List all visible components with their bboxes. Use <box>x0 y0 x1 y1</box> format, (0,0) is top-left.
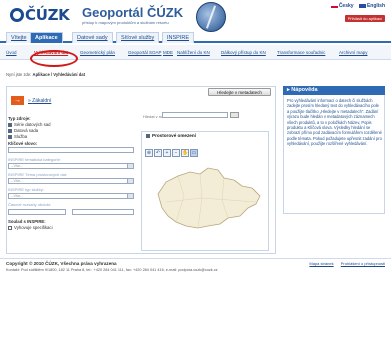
portal-title: Geoportál ČÚZK <box>82 5 184 20</box>
time-range-label: Časové rozsahy období: <box>8 202 52 207</box>
arrow-right-icon[interactable]: → <box>11 96 24 105</box>
sitemap-link[interactable]: Mapa stránek <box>309 261 333 266</box>
subnav-item-mde[interactable]: MDE <box>163 45 173 60</box>
tab-vitejte[interactable]: Vítejte <box>6 32 32 43</box>
subnav-item-geoportal-soap[interactable]: Geoportál SOAP <box>128 45 162 60</box>
globe-icon <box>196 2 226 32</box>
language-switch: Česky English <box>327 3 385 9</box>
accessibility-link[interactable]: Prohlášení o přístupnosti <box>341 261 385 266</box>
date-from-input[interactable] <box>8 209 66 215</box>
map-toolbar: ⊕ ↶ + − ✋ ▭ <box>145 141 199 157</box>
top-tabs: Vítejte Aplikace Datové sady Síťové služ… <box>0 32 391 43</box>
highlight-circle <box>30 50 78 67</box>
contact-info: Kontakt: Pod sídlištěm 9/1800, 182 11 Pr… <box>6 268 218 272</box>
tab-aplikace[interactable]: Aplikace <box>30 32 63 43</box>
czech-republic-shape <box>157 167 261 229</box>
tab-datove-sady[interactable]: Datové sady <box>72 32 113 43</box>
checkbox-icon <box>8 123 12 127</box>
checkbox-conformity[interactable]: Vyhovuje specifikaci <box>8 225 53 230</box>
inspire-theme-select[interactable]: --Vše-- <box>8 178 134 184</box>
subnav-item-dalkovy-pristup[interactable]: Dálkový přístup do KN <box>221 45 266 60</box>
logo-text: ČÚZK <box>25 6 70 24</box>
logo-mark-icon <box>10 8 24 22</box>
help-text: Pro vyhledávání informací o datech či sl… <box>287 98 382 147</box>
czech-map[interactable] <box>144 152 268 248</box>
help-title: Nápověda <box>291 87 318 93</box>
inspire-service-type-select[interactable]: --Vše-- <box>8 193 134 199</box>
keyword-label: Klíčové slovo: <box>8 141 38 146</box>
breadcrumb: Nyní jste zde: Aplikace / Vyhledávání da… <box>6 72 85 77</box>
spatial-filter-title: Prostorové omezení <box>152 133 196 138</box>
czech-flag-icon <box>330 3 338 8</box>
subnav-item-uvod[interactable]: Úvod <box>6 45 17 60</box>
footer-links: Mapa stránek Prohlášení o přístupnosti <box>303 261 385 266</box>
checkbox-conformity-label: Vyhovuje specifikaci <box>14 225 53 230</box>
keyword-input[interactable] <box>8 147 134 153</box>
checkbox-icon <box>8 135 12 139</box>
checkbox-icon <box>8 129 12 133</box>
help-header: ▸ Nápověda <box>283 86 385 95</box>
lang-cz-label: Česky <box>338 3 354 9</box>
search-go-button[interactable] <box>230 112 239 118</box>
search-metadata-button[interactable]: Hledejte v metadatech <box>208 88 271 96</box>
basic-search-label: Zákaldní <box>32 98 52 104</box>
english-flag-icon <box>358 3 366 8</box>
subnav-item-archivni-mapy[interactable]: Archivní mapy <box>339 45 368 60</box>
tab-inspire[interactable]: INSPIRE <box>162 32 195 43</box>
checkbox-icon <box>8 226 12 230</box>
spatial-filter-toggle[interactable]: Prostorové omezení <box>146 133 196 138</box>
lang-en-label: English <box>366 3 385 9</box>
search-input[interactable] <box>162 112 228 118</box>
portal-subtitle: přístup k mapovým produktům a službám re… <box>82 20 169 25</box>
breadcrumb-prefix: Nyní jste zde: <box>6 72 32 77</box>
copyright: Copyright © 2010 ČÚZK, Všechna práva vyh… <box>6 261 117 266</box>
checkbox-dataset-label: Datová sada <box>14 128 39 133</box>
checkbox-series-label: Série datových sad <box>14 122 51 127</box>
breadcrumb-path: Aplikace / Vyhledávání dat <box>32 72 85 77</box>
conformity-label: Soulad s INSPIRE: <box>8 219 46 224</box>
lang-en-link[interactable]: English <box>358 3 385 9</box>
cuzk-logo[interactable]: ČÚZK <box>10 6 70 24</box>
page: ČÚZK Geoportál ČÚZK přístup k mapovým pr… <box>0 0 391 352</box>
login-button[interactable]: Přihlásit do aplikací <box>345 15 385 22</box>
date-to-input[interactable] <box>72 209 134 215</box>
checkbox-dataset[interactable]: Datová sada <box>8 128 38 133</box>
subnav-item-nahlizeni[interactable]: Nahlížení do KN <box>177 45 210 60</box>
subnav-item-geometricky-plan[interactable]: Geometrický plán <box>80 45 115 60</box>
tab-sitove-sluzby[interactable]: Síťové služby <box>116 32 160 43</box>
checkbox-service[interactable]: Služba <box>8 134 27 139</box>
checkbox-series[interactable]: Série datových sad <box>8 122 51 127</box>
lang-cz-link[interactable]: Česky <box>330 3 354 9</box>
header: ČÚZK Geoportál ČÚZK přístup k mapovým pr… <box>0 0 391 32</box>
checkbox-service-label: Služba <box>14 134 28 139</box>
inspire-category-select[interactable]: --Vše-- <box>8 163 134 169</box>
subnav-item-transformace[interactable]: Transformace souřadnic <box>277 45 325 60</box>
inspire-service-type-label: INSPIRE typ služby: <box>8 187 45 192</box>
footer-divider <box>0 258 391 259</box>
inspire-category-label: INSPIRE tematická kategorie: <box>8 157 61 162</box>
data-type-label: Typ zdroje: <box>8 116 31 121</box>
basic-search-link[interactable]: » Zákaldní <box>28 98 51 104</box>
inspire-theme-label: INSPIRE Téma prostorových dat: <box>8 172 68 177</box>
checkbox-icon <box>146 134 150 138</box>
